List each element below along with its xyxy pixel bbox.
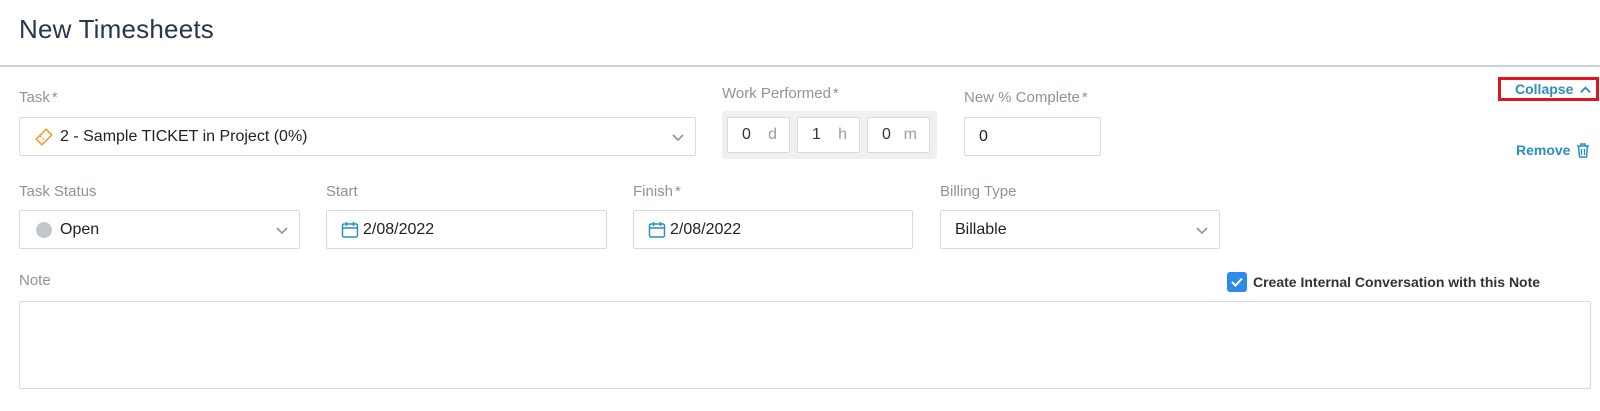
task-select[interactable]: 2 - Sample TICKET in Project (0%)	[19, 117, 696, 156]
page-title: New Timesheets	[19, 14, 214, 44]
finish-label: Finish *	[633, 183, 681, 200]
calendar-icon	[341, 221, 359, 238]
task-status-label: Task Status	[19, 183, 97, 200]
status-dot-icon	[36, 221, 52, 238]
billing-type-label: Billing Type	[940, 183, 1017, 200]
chevron-down-icon	[276, 227, 288, 235]
collapse-button[interactable]: Collapse	[1515, 81, 1592, 97]
task-status-select[interactable]: Open	[19, 210, 300, 249]
work-days-input[interactable]: 0d	[727, 117, 790, 153]
task-label: Task *	[19, 89, 58, 106]
start-label: Start	[326, 183, 358, 200]
remove-button[interactable]: Remove	[1516, 142, 1590, 158]
percent-complete-input[interactable]: 0	[964, 117, 1101, 156]
trash-icon	[1577, 142, 1590, 158]
work-performed-label: Work Performed *	[722, 85, 839, 102]
calendar-icon	[648, 221, 666, 238]
ticket-icon	[35, 127, 53, 146]
chevron-down-icon	[1196, 227, 1208, 235]
chevron-down-icon	[672, 134, 684, 142]
internal-conversation-checkbox[interactable]	[1227, 272, 1247, 292]
finish-date-input[interactable]: 2/08/2022	[633, 210, 913, 249]
checkmark-icon	[1231, 277, 1243, 287]
work-performed-group: 0d 1h 0m	[722, 111, 937, 159]
billing-type-select[interactable]: Billable	[940, 210, 1220, 249]
work-hours-input[interactable]: 1h	[797, 117, 860, 153]
chevron-up-icon	[1580, 85, 1592, 93]
note-textarea[interactable]	[19, 301, 1591, 389]
task-value: 2 - Sample TICKET in Project (0%)	[60, 127, 308, 145]
internal-conversation-label: Create Internal Conversation with this N…	[1253, 274, 1541, 290]
start-date-input[interactable]: 2/08/2022	[326, 210, 607, 249]
work-minutes-input[interactable]: 0m	[867, 117, 930, 153]
percent-complete-label: New % Complete *	[964, 89, 1088, 106]
note-label: Note	[19, 272, 51, 289]
header-divider	[0, 65, 1600, 67]
